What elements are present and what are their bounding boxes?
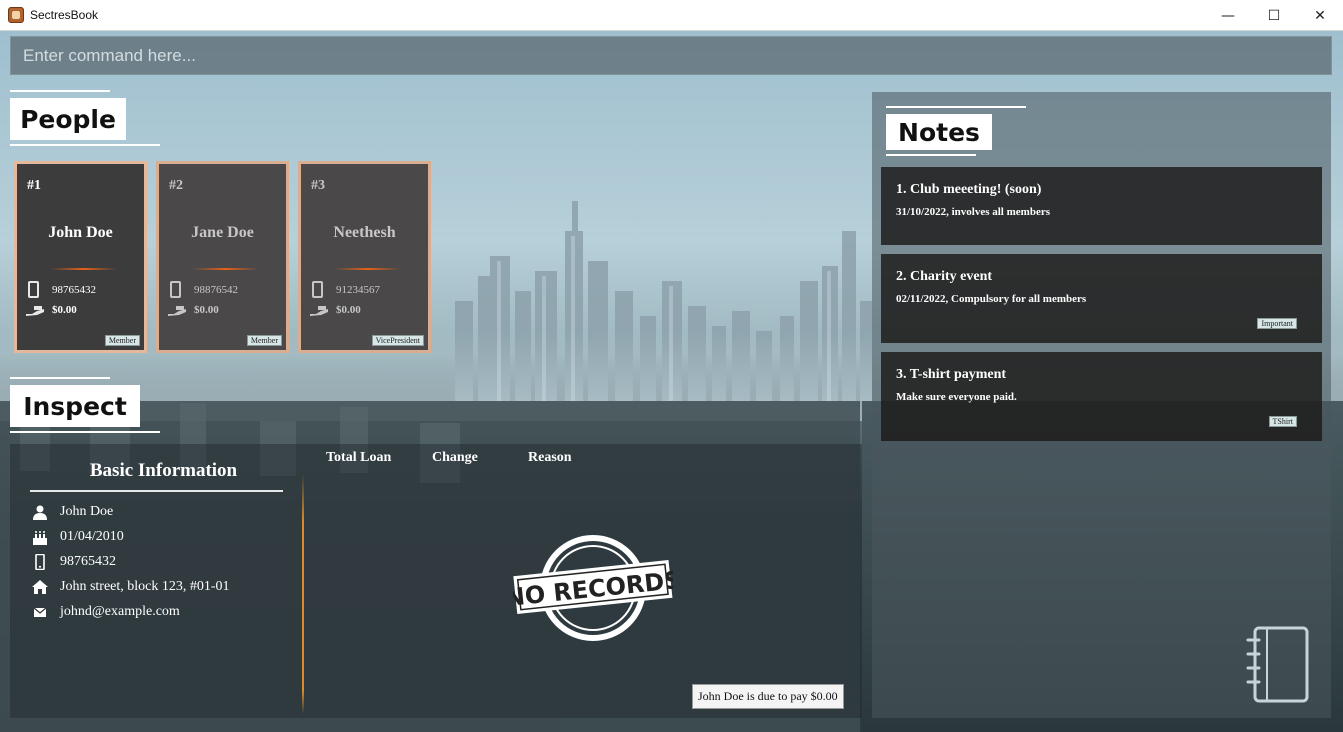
info-phone-row: 98765432 <box>32 554 116 570</box>
note-description: 31/10/2022, involves all members <box>896 206 1050 218</box>
due-message: John Doe is due to pay $0.00 <box>692 684 844 709</box>
note-description: Make sure everyone paid. <box>896 391 1017 403</box>
maximize-button[interactable]: ☐ <box>1251 0 1297 31</box>
inspect-panel: Basic Information John Doe 01/04/2010 98… <box>10 444 862 718</box>
note-card-1[interactable]: 1. Club meeeting! (soon) 31/10/2022, inv… <box>881 167 1322 245</box>
money-hand-icon <box>168 306 186 316</box>
person-index: #1 <box>27 178 41 193</box>
header-top-line <box>10 377 110 379</box>
column-change: Change <box>432 450 478 465</box>
person-name: Neethesh <box>333 224 396 241</box>
notebook-icon <box>1246 626 1309 703</box>
note-title: 1. Club meeeting! (soon) <box>896 182 1042 197</box>
command-input[interactable] <box>11 37 1331 74</box>
birthday-cake-icon <box>32 529 48 545</box>
basic-info-underline <box>30 490 283 492</box>
info-name: John Doe <box>60 504 114 519</box>
email-icon <box>32 604 48 620</box>
money-hand-icon <box>310 306 328 316</box>
app-logo-icon <box>8 7 24 23</box>
notes-title: Notes <box>886 114 992 150</box>
phone-icon <box>28 281 39 298</box>
note-title: 3. T-shirt payment <box>896 367 1007 382</box>
basic-info-title: Basic Information <box>89 460 238 481</box>
person-index: #3 <box>311 178 325 193</box>
no-records-stamp: NO RECORDS <box>513 535 673 641</box>
window-controls: — ☐ ✕ <box>1205 0 1343 31</box>
person-card-1[interactable]: #1 John Doe 98765432 $0.00 Member <box>14 161 147 353</box>
person-name: John Doe <box>48 224 113 241</box>
card-divider <box>334 268 401 270</box>
note-card-3[interactable]: 3. T-shirt payment Make sure everyone pa… <box>881 352 1322 441</box>
inspect-header: Inspect <box>10 377 160 435</box>
person-index: #2 <box>169 178 183 193</box>
header-bottom-line <box>10 144 160 146</box>
money-hand-icon <box>26 306 44 316</box>
header-bottom-line <box>10 431 160 433</box>
info-address: John street, block 123, #01-01 <box>60 579 230 594</box>
info-birthday: 01/04/2010 <box>60 529 124 544</box>
card-divider <box>50 268 117 270</box>
phone-icon <box>312 281 323 298</box>
inspect-title: Inspect <box>10 385 140 427</box>
person-card-2[interactable]: #2 Jane Doe 98876542 $0.00 Member <box>156 161 289 353</box>
note-title: 2. Charity event <box>896 269 993 284</box>
people-header: People <box>10 90 160 148</box>
role-tag: Member <box>104 335 140 346</box>
people-title: People <box>10 98 126 140</box>
column-total-loan: Total Loan <box>326 450 392 465</box>
card-divider <box>192 268 259 270</box>
note-tag: TShirt <box>1268 416 1297 427</box>
person-debt: $0.00 <box>336 304 361 316</box>
person-phone: 91234567 <box>336 284 380 296</box>
note-tag: Important <box>1257 318 1297 329</box>
person-debt: $0.00 <box>194 304 219 316</box>
role-tag: Member <box>246 335 282 346</box>
info-email: johnd@example.com <box>60 604 180 619</box>
person-debt: $0.00 <box>52 304 77 316</box>
phone-icon <box>170 281 181 298</box>
header-top-line <box>10 90 110 92</box>
person-name: Jane Doe <box>191 224 254 241</box>
note-description: 02/11/2022, Compulsory for all members <box>896 293 1087 305</box>
person-card-3[interactable]: #3 Neethesh 91234567 $0.00 VicePresident <box>298 161 431 353</box>
person-icon <box>32 504 48 520</box>
header-bottom-line <box>886 154 976 156</box>
minimize-button[interactable]: — <box>1205 0 1251 31</box>
info-birthday-row: 01/04/2010 <box>32 529 124 545</box>
command-box <box>10 36 1332 75</box>
phone-icon <box>32 554 48 570</box>
info-phone: 98765432 <box>60 554 116 569</box>
home-icon <box>32 579 48 595</box>
role-tag: VicePresident <box>371 335 424 346</box>
title-bar: SectresBook — ☐ ✕ <box>0 0 1343 31</box>
header-top-line <box>886 106 1026 108</box>
info-email-row: johnd@example.com <box>32 604 180 620</box>
note-card-2[interactable]: 2. Charity event 02/11/2022, Compulsory … <box>881 254 1322 343</box>
person-phone: 98876542 <box>194 284 238 296</box>
close-button[interactable]: ✕ <box>1297 0 1343 31</box>
inspect-divider <box>302 474 304 714</box>
info-name-row: John Doe <box>32 504 113 520</box>
info-address-row: John street, block 123, #01-01 <box>32 579 230 595</box>
window-title: SectresBook <box>30 8 99 22</box>
person-phone: 98765432 <box>52 284 96 296</box>
column-reason: Reason <box>528 450 572 465</box>
notes-header: Notes <box>886 106 1026 158</box>
